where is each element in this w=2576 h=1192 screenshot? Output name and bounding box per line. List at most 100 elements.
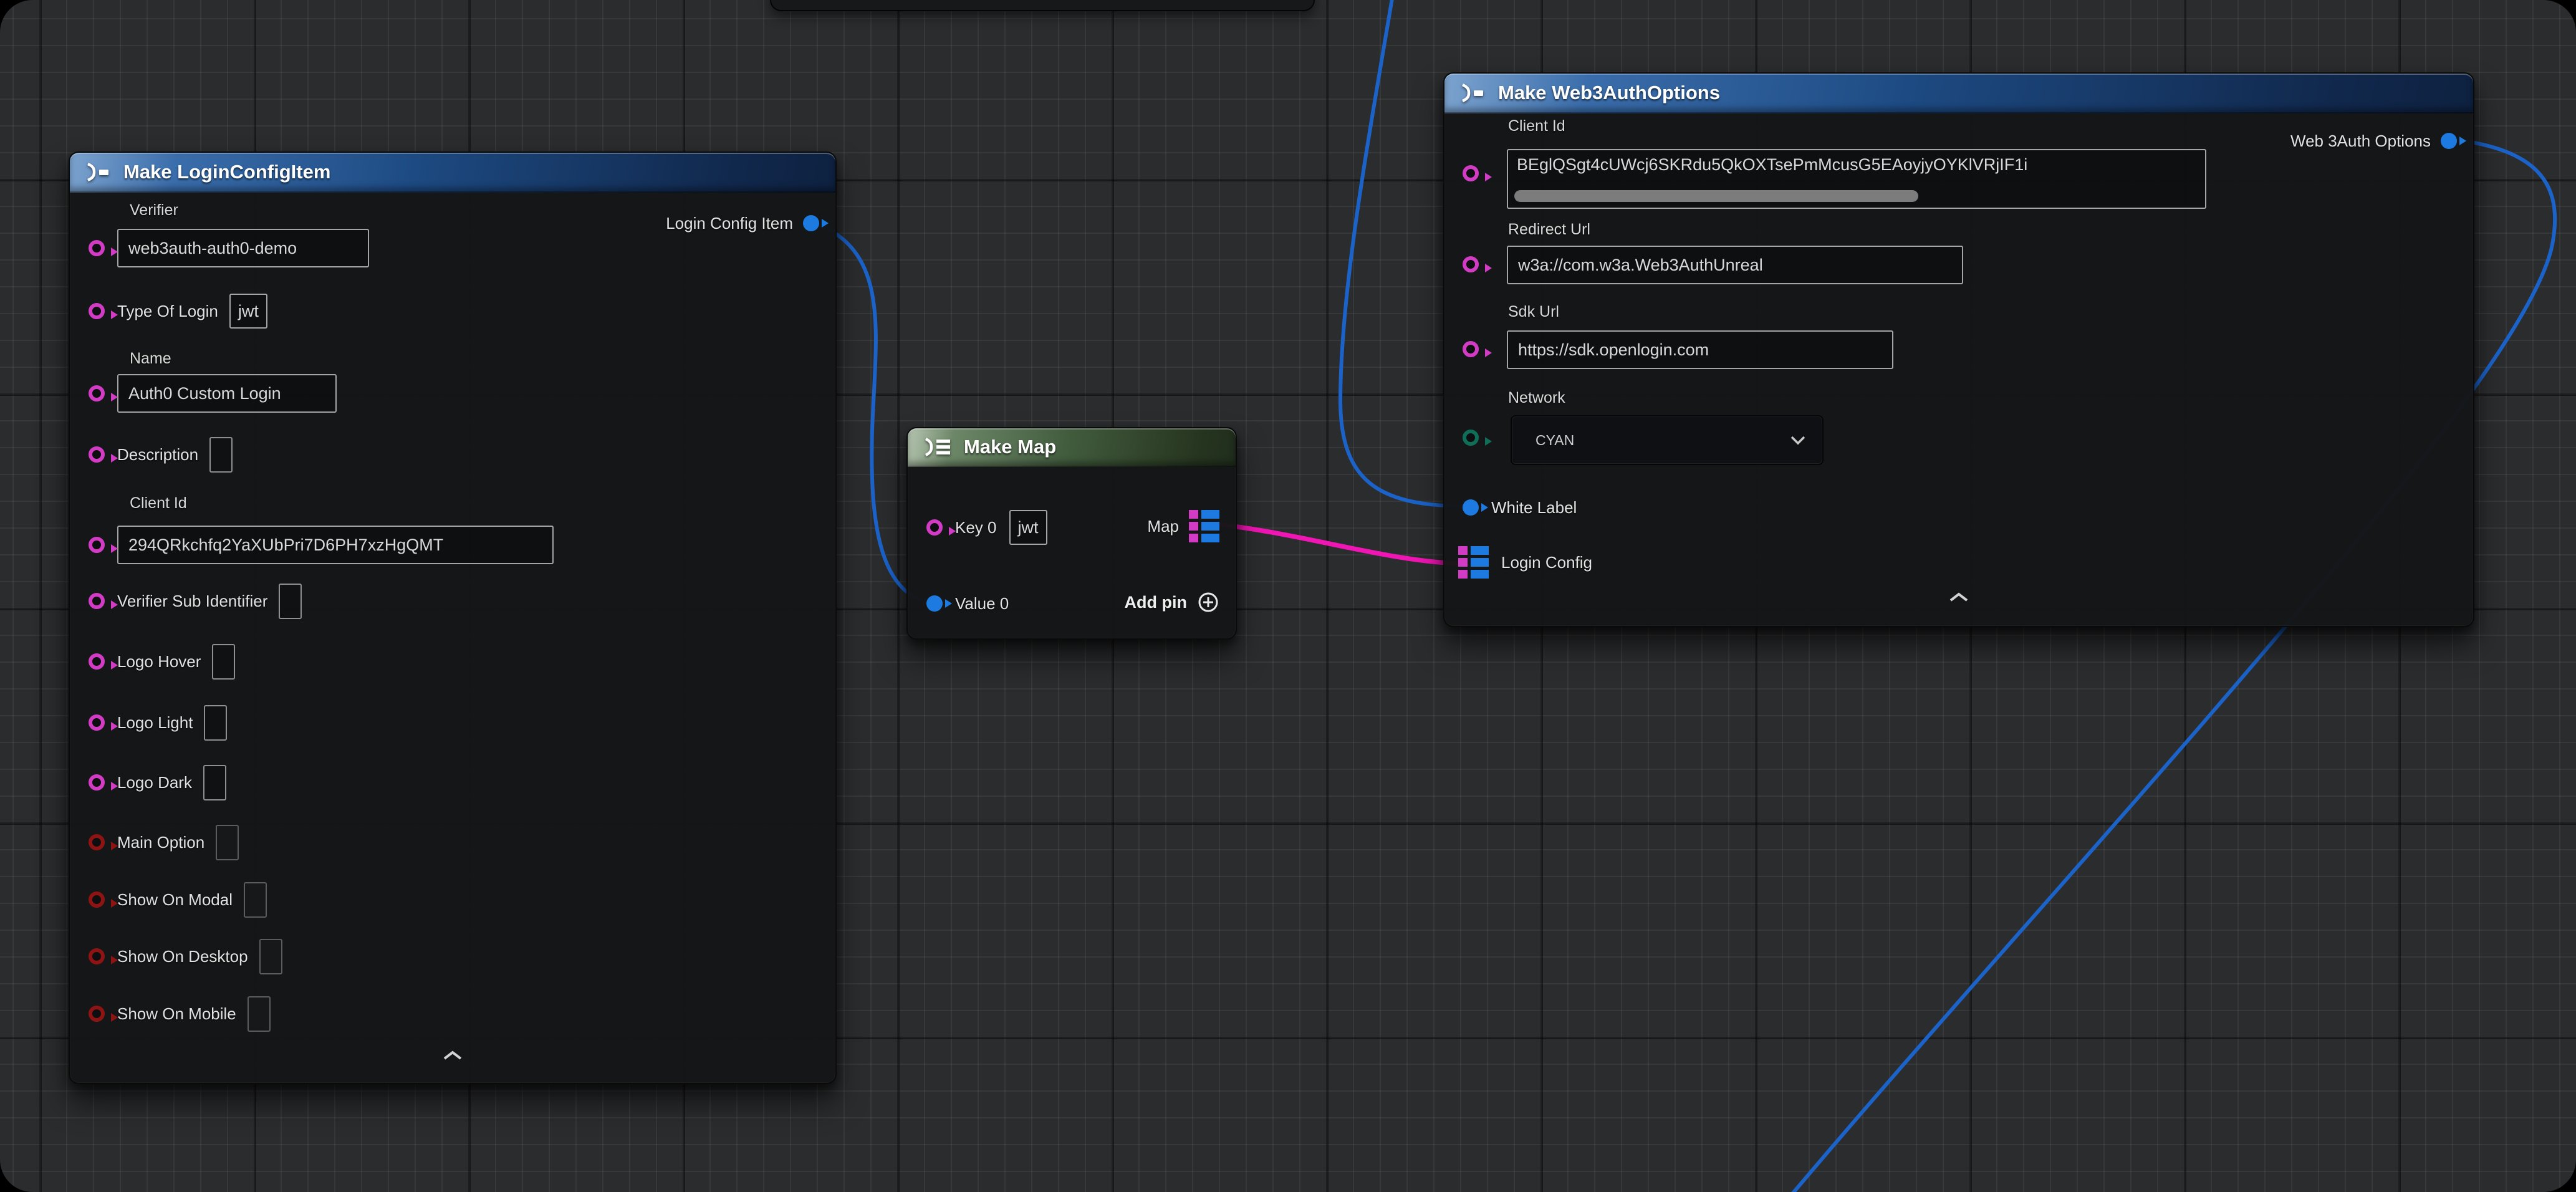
input-pin-login-config[interactable] xyxy=(1458,546,1489,579)
show-on-modal-checkbox[interactable] xyxy=(244,882,267,918)
input-pin-logo-dark[interactable] xyxy=(89,774,105,791)
pin-label: Web 3Auth Options xyxy=(2290,132,2431,151)
make-struct-icon xyxy=(84,162,112,182)
input-pin-redirect-url[interactable] xyxy=(1463,256,1479,272)
pin-label: Logo Dark xyxy=(117,773,192,792)
input-pin-verifier-sub-identifier[interactable] xyxy=(89,593,105,609)
add-pin-button[interactable]: Add pin xyxy=(1125,583,1219,622)
pin-label: Show On Mobile xyxy=(117,1004,236,1024)
node-title: Make Web3AuthOptions xyxy=(1498,82,1720,104)
input-pin-show-on-modal[interactable] xyxy=(89,892,105,908)
pin-label: Verifier xyxy=(130,201,178,219)
node-make-loginconfigitem[interactable]: Make LoginConfigItem Login Config Item V… xyxy=(69,151,837,1084)
output-pin-map[interactable] xyxy=(1189,510,1219,542)
pin-label: Type Of Login xyxy=(117,302,218,321)
collapse-node-button[interactable] xyxy=(1444,591,2473,603)
node-title: Make LoginConfigItem xyxy=(123,161,330,183)
pin-row-client-id: 294QRkchfq2YaXUbPri7D6PH7xzHgQMT xyxy=(89,526,554,564)
node-header[interactable]: Make Web3AuthOptions xyxy=(1444,74,2473,113)
pin-label: Logo Hover xyxy=(117,652,201,671)
graph-canvas[interactable]: Make LoginConfigItem Login Config Item V… xyxy=(0,0,2576,1192)
offscreen-node-fragment[interactable] xyxy=(770,0,1315,11)
show-on-mobile-checkbox[interactable] xyxy=(248,996,271,1032)
blueprint-editor-window: Make LoginConfigItem Login Config Item V… xyxy=(0,0,2576,1192)
pin-row-white-label: White Label xyxy=(1463,488,1577,527)
output-pin-login-config-item[interactable] xyxy=(803,215,819,231)
pin-row-verifier-sub-identifier: Verifier Sub Identifier xyxy=(89,582,302,620)
pin-label: Value 0 xyxy=(955,594,1009,613)
sdk-url-field[interactable]: https://sdk.openlogin.com xyxy=(1507,330,1893,369)
input-pin-verifier[interactable] xyxy=(89,240,105,256)
pin-label: Show On Desktop xyxy=(117,947,248,966)
pin-row-show-on-modal: Show On Modal xyxy=(89,880,267,919)
input-pin-description[interactable] xyxy=(89,446,105,463)
pin-label: Network xyxy=(1508,389,1565,407)
input-pin-client-id[interactable] xyxy=(89,537,105,553)
add-pin-icon xyxy=(1197,591,1219,613)
input-pin-main-option[interactable] xyxy=(89,834,105,850)
input-pin-sdk-url[interactable] xyxy=(1463,341,1479,357)
network-dropdown[interactable]: CYAN xyxy=(1511,415,1824,465)
pin-row-logo-dark: Logo Dark xyxy=(89,763,226,802)
verifier-sub-identifier-field[interactable] xyxy=(279,584,302,619)
pin-label: Login Config xyxy=(1501,553,1592,572)
pin-label: Redirect Url xyxy=(1508,221,1590,239)
logo-light-field[interactable] xyxy=(204,705,227,741)
pin-label: Key 0 xyxy=(955,518,997,537)
description-field[interactable] xyxy=(209,437,233,473)
logo-dark-field[interactable] xyxy=(203,765,226,800)
client-id-field[interactable]: BEglQSgt4cUWcj6SKRdu5QkOXTsePmMcusG5EAoy… xyxy=(1507,149,2206,209)
pin-row-description: Description xyxy=(89,435,233,474)
name-field[interactable]: Auth0 Custom Login xyxy=(117,374,337,413)
redirect-url-field[interactable]: w3a://com.w3a.Web3AuthUnreal xyxy=(1507,246,1963,284)
pin-row-value0: Value 0 xyxy=(926,584,1009,623)
input-pin-show-on-desktop[interactable] xyxy=(89,948,105,964)
pin-row-login-config: Login Config xyxy=(1458,543,1592,582)
client-id-field[interactable]: 294QRkchfq2YaXUbPri7D6PH7xzHgQMT xyxy=(117,526,554,564)
pin-label: Logo Light xyxy=(117,713,193,733)
show-on-desktop-checkbox[interactable] xyxy=(259,939,282,974)
logo-hover-field[interactable] xyxy=(212,644,235,680)
pin-label: White Label xyxy=(1491,498,1577,517)
make-map-icon xyxy=(921,437,953,457)
input-pin-network[interactable] xyxy=(1463,430,1479,446)
node-title: Make Map xyxy=(964,436,1056,458)
input-pin-name[interactable] xyxy=(89,385,105,401)
pin-label: Map xyxy=(1147,517,1179,536)
input-pin-key0[interactable] xyxy=(926,519,943,536)
input-pin-client-id[interactable] xyxy=(1463,165,1479,181)
pin-row-key0: Key 0 jwt xyxy=(926,508,1047,547)
type-of-login-field[interactable]: jwt xyxy=(229,294,267,329)
node-header[interactable]: Make Map xyxy=(908,428,1236,467)
pin-label: Verifier Sub Identifier xyxy=(117,592,267,611)
input-pin-logo-light[interactable] xyxy=(89,714,105,731)
input-pin-value0[interactable] xyxy=(926,595,943,612)
pin-row-main-option: Main Option xyxy=(89,823,239,862)
pin-row-type-of-login: Type Of Login jwt xyxy=(89,292,267,330)
collapse-node-button[interactable] xyxy=(70,1049,835,1062)
input-pin-show-on-mobile[interactable] xyxy=(89,1006,105,1022)
wire-map-to-loginconfig[interactable] xyxy=(1217,524,1463,564)
pin-row-show-on-mobile: Show On Mobile xyxy=(89,994,271,1033)
output-pin-row: Web 3Auth Options xyxy=(2290,122,2457,160)
node-make-web3authoptions[interactable]: Make Web3AuthOptions Web 3Auth Options C… xyxy=(1443,72,2474,627)
key0-field[interactable]: jwt xyxy=(1009,510,1047,545)
field-scrollbar[interactable] xyxy=(1514,190,1918,202)
node-make-map[interactable]: Make Map Key 0 jwt Value 0 Map Add pin xyxy=(906,427,1237,640)
pin-label: Client Id xyxy=(130,494,187,512)
node-header[interactable]: Make LoginConfigItem xyxy=(70,153,835,193)
pin-row-logo-hover: Logo Hover xyxy=(89,642,235,681)
pin-label: Login Config Item xyxy=(666,214,793,233)
pin-row-verifier: web3auth-auth0-demo xyxy=(89,229,369,267)
pin-label: Client Id xyxy=(1508,117,1565,135)
input-pin-type-of-login[interactable] xyxy=(89,303,105,319)
input-pin-white-label[interactable] xyxy=(1463,499,1479,516)
verifier-field[interactable]: web3auth-auth0-demo xyxy=(117,229,369,267)
output-pin-row: Login Config Item xyxy=(666,204,819,243)
output-pin-row-map: Map xyxy=(1147,507,1219,546)
main-option-checkbox[interactable] xyxy=(216,825,239,860)
chevron-down-icon xyxy=(1790,435,1806,445)
input-pin-logo-hover[interactable] xyxy=(89,653,105,670)
network-selected-value: CYAN xyxy=(1536,432,1574,449)
output-pin-web3auth-options[interactable] xyxy=(2441,133,2457,149)
